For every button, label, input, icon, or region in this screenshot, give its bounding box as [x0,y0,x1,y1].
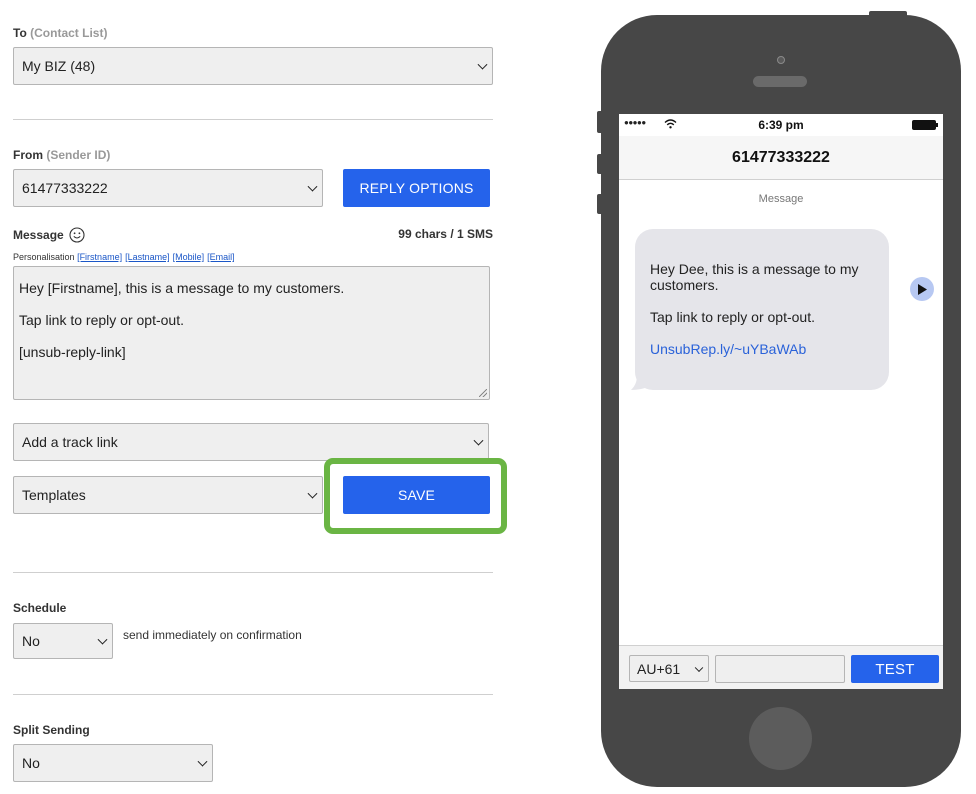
thread-label: Message [758,193,804,205]
message-textarea[interactable]: Hey [Firstname], this is a message to my… [13,266,490,400]
test-label: TEST [875,660,915,678]
status-time: 6:39 pm [758,118,804,132]
status-bar: ●●●●● 6:39 pm [619,114,943,136]
smiley-icon[interactable] [69,227,85,243]
sender-id-select[interactable]: 61477333222 [13,169,323,207]
phone-home-button [749,707,812,770]
templates-value: Templates [22,487,86,503]
play-icon[interactable] [910,277,934,301]
battery-icon [912,120,938,130]
chevron-down-icon [694,663,704,672]
resize-handle[interactable] [479,389,487,397]
track-link-value: Add a track link [22,434,118,450]
conversation-header: 61477333222 [619,136,943,180]
contact-list-select[interactable]: My BIZ (48) [13,47,493,85]
country-code-value: AU+61 [637,660,681,677]
reply-options-label: REPLY OPTIONS [359,180,474,196]
test-number-input[interactable] [715,655,845,683]
test-button[interactable]: TEST [851,655,939,683]
tag-firstname-link[interactable]: [Firstname] [77,252,122,262]
phone-screen: ●●●●● 6:39 pm 61477333222 Message Hey De… [619,114,943,689]
personalisation-row: Personalisation [Firstname] [Lastname] [Mo… [13,252,238,262]
split-sending-value: No [22,755,40,771]
message-bubble: Hey Dee, this is a message to my custome… [635,229,889,390]
save-label: SAVE [397,487,436,503]
tag-lastname-link[interactable]: [Lastname] [125,252,170,262]
chevron-down-icon [473,435,484,446]
personalisation-label: Personalisation [13,252,75,262]
to-label: To (Contact List) [13,26,108,40]
bubble-link[interactable]: UnsubRep.ly/~uYBaWAb [650,341,874,357]
country-code-select[interactable]: AU+61 [629,655,709,682]
chevron-down-icon [197,756,208,767]
schedule-value: No [22,633,40,649]
message-line: [unsub-reply-link] [19,344,126,360]
conversation-contact: 61477333222 [732,148,830,166]
test-bar: AU+61 TEST [619,645,943,689]
chevron-down-icon [477,59,488,70]
split-sending-label: Split Sending [13,723,90,737]
bubble-tail [631,376,645,390]
chevron-down-icon [307,488,318,499]
message-label: Message [13,227,85,243]
reply-options-button[interactable]: REPLY OPTIONS [343,169,490,207]
split-sending-select[interactable]: No [13,744,213,782]
chevron-down-icon [307,181,318,192]
tag-mobile-link[interactable]: [Mobile] [173,252,205,262]
message-line: Tap link to reply or opt-out. [19,312,184,328]
phone-camera [777,56,785,64]
schedule-label: Schedule [13,601,67,615]
chevron-down-icon [97,634,108,645]
divider [13,694,493,695]
divider [13,119,493,120]
tag-email-link[interactable]: [Email] [207,252,235,262]
from-label: From (Sender ID) [13,148,111,162]
bubble-line: Tap link to reply or opt-out. [650,309,815,325]
schedule-hint: send immediately on confirmation [123,628,302,642]
char-count: 99 chars / 1 SMS [398,227,493,241]
divider [13,572,493,573]
phone-speaker [753,76,807,87]
contact-list-value: My BIZ (48) [22,58,96,74]
save-button[interactable]: SAVE [343,476,490,514]
sender-id-value: 61477333222 [22,180,108,196]
templates-select[interactable]: Templates [13,476,323,514]
schedule-select[interactable]: No [13,623,113,659]
track-link-select[interactable]: Add a track link [13,423,489,461]
bubble-line: Hey Dee, this is a message to my custome… [650,261,859,293]
message-line: Hey [Firstname], this is a message to my… [19,280,345,296]
